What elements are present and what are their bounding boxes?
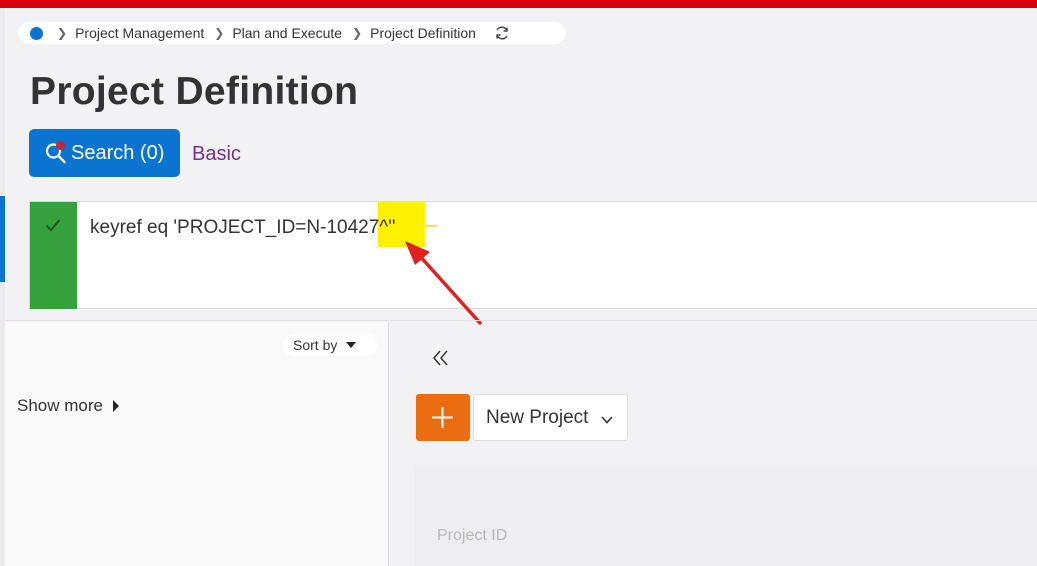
check-icon (45, 219, 61, 232)
breadcrumb-item-project-definition: Project Definition (370, 25, 476, 41)
caret-right-icon (112, 400, 119, 412)
chevron-right-icon: ❯ (214, 26, 225, 40)
section-divider (5, 320, 1037, 321)
sort-by-label: Sort by (293, 337, 338, 353)
search-button-label: Search (0) (71, 141, 165, 164)
left-navigation-active-indicator[interactable] (0, 196, 5, 282)
search-button[interactable]: Search (0) (29, 129, 180, 177)
filter-panel[interactable]: keyref eq 'PROJECT_ID=N-10427^'' (29, 201, 1037, 309)
home-dot-icon[interactable] (30, 26, 43, 40)
breadcrumb: ❯ Project Management ❯ Plan and Execute … (18, 22, 566, 44)
new-project-dropdown[interactable]: New Project (473, 394, 628, 441)
search-icon (45, 141, 67, 164)
filter-query-text[interactable]: keyref eq 'PROJECT_ID=N-10427^'' (90, 217, 395, 239)
annotation-highlight-mark (425, 225, 437, 227)
page-title: Project Definition (30, 70, 359, 113)
chevron-right-icon: ❯ (352, 26, 363, 40)
active-filter-badge (56, 141, 65, 150)
top-accent-bar (0, 0, 1037, 8)
chevron-down-icon (601, 415, 614, 424)
annotation-arrow-icon (405, 241, 482, 325)
double-chevron-left-icon[interactable] (431, 348, 451, 373)
new-project-label: New Project (486, 406, 589, 428)
filter-side-panel: Sort by Show more (5, 322, 389, 566)
caret-down-icon (346, 342, 357, 348)
filter-status (30, 202, 77, 309)
breadcrumb-item-plan-and-execute[interactable]: Plan and Execute (232, 25, 342, 41)
column-header-project-id[interactable]: Project ID (437, 527, 507, 545)
results-grid (414, 465, 1037, 566)
basic-search-link[interactable]: Basic (192, 143, 241, 166)
plus-icon (432, 407, 453, 428)
show-more-link[interactable]: Show more (17, 396, 119, 416)
sort-by-button[interactable]: Sort by (283, 334, 377, 356)
refresh-icon[interactable] (494, 25, 510, 41)
breadcrumb-item-project-management[interactable]: Project Management (75, 25, 204, 41)
show-more-label: Show more (17, 396, 103, 415)
chevron-right-icon: ❯ (57, 26, 68, 40)
add-button[interactable] (416, 394, 470, 441)
